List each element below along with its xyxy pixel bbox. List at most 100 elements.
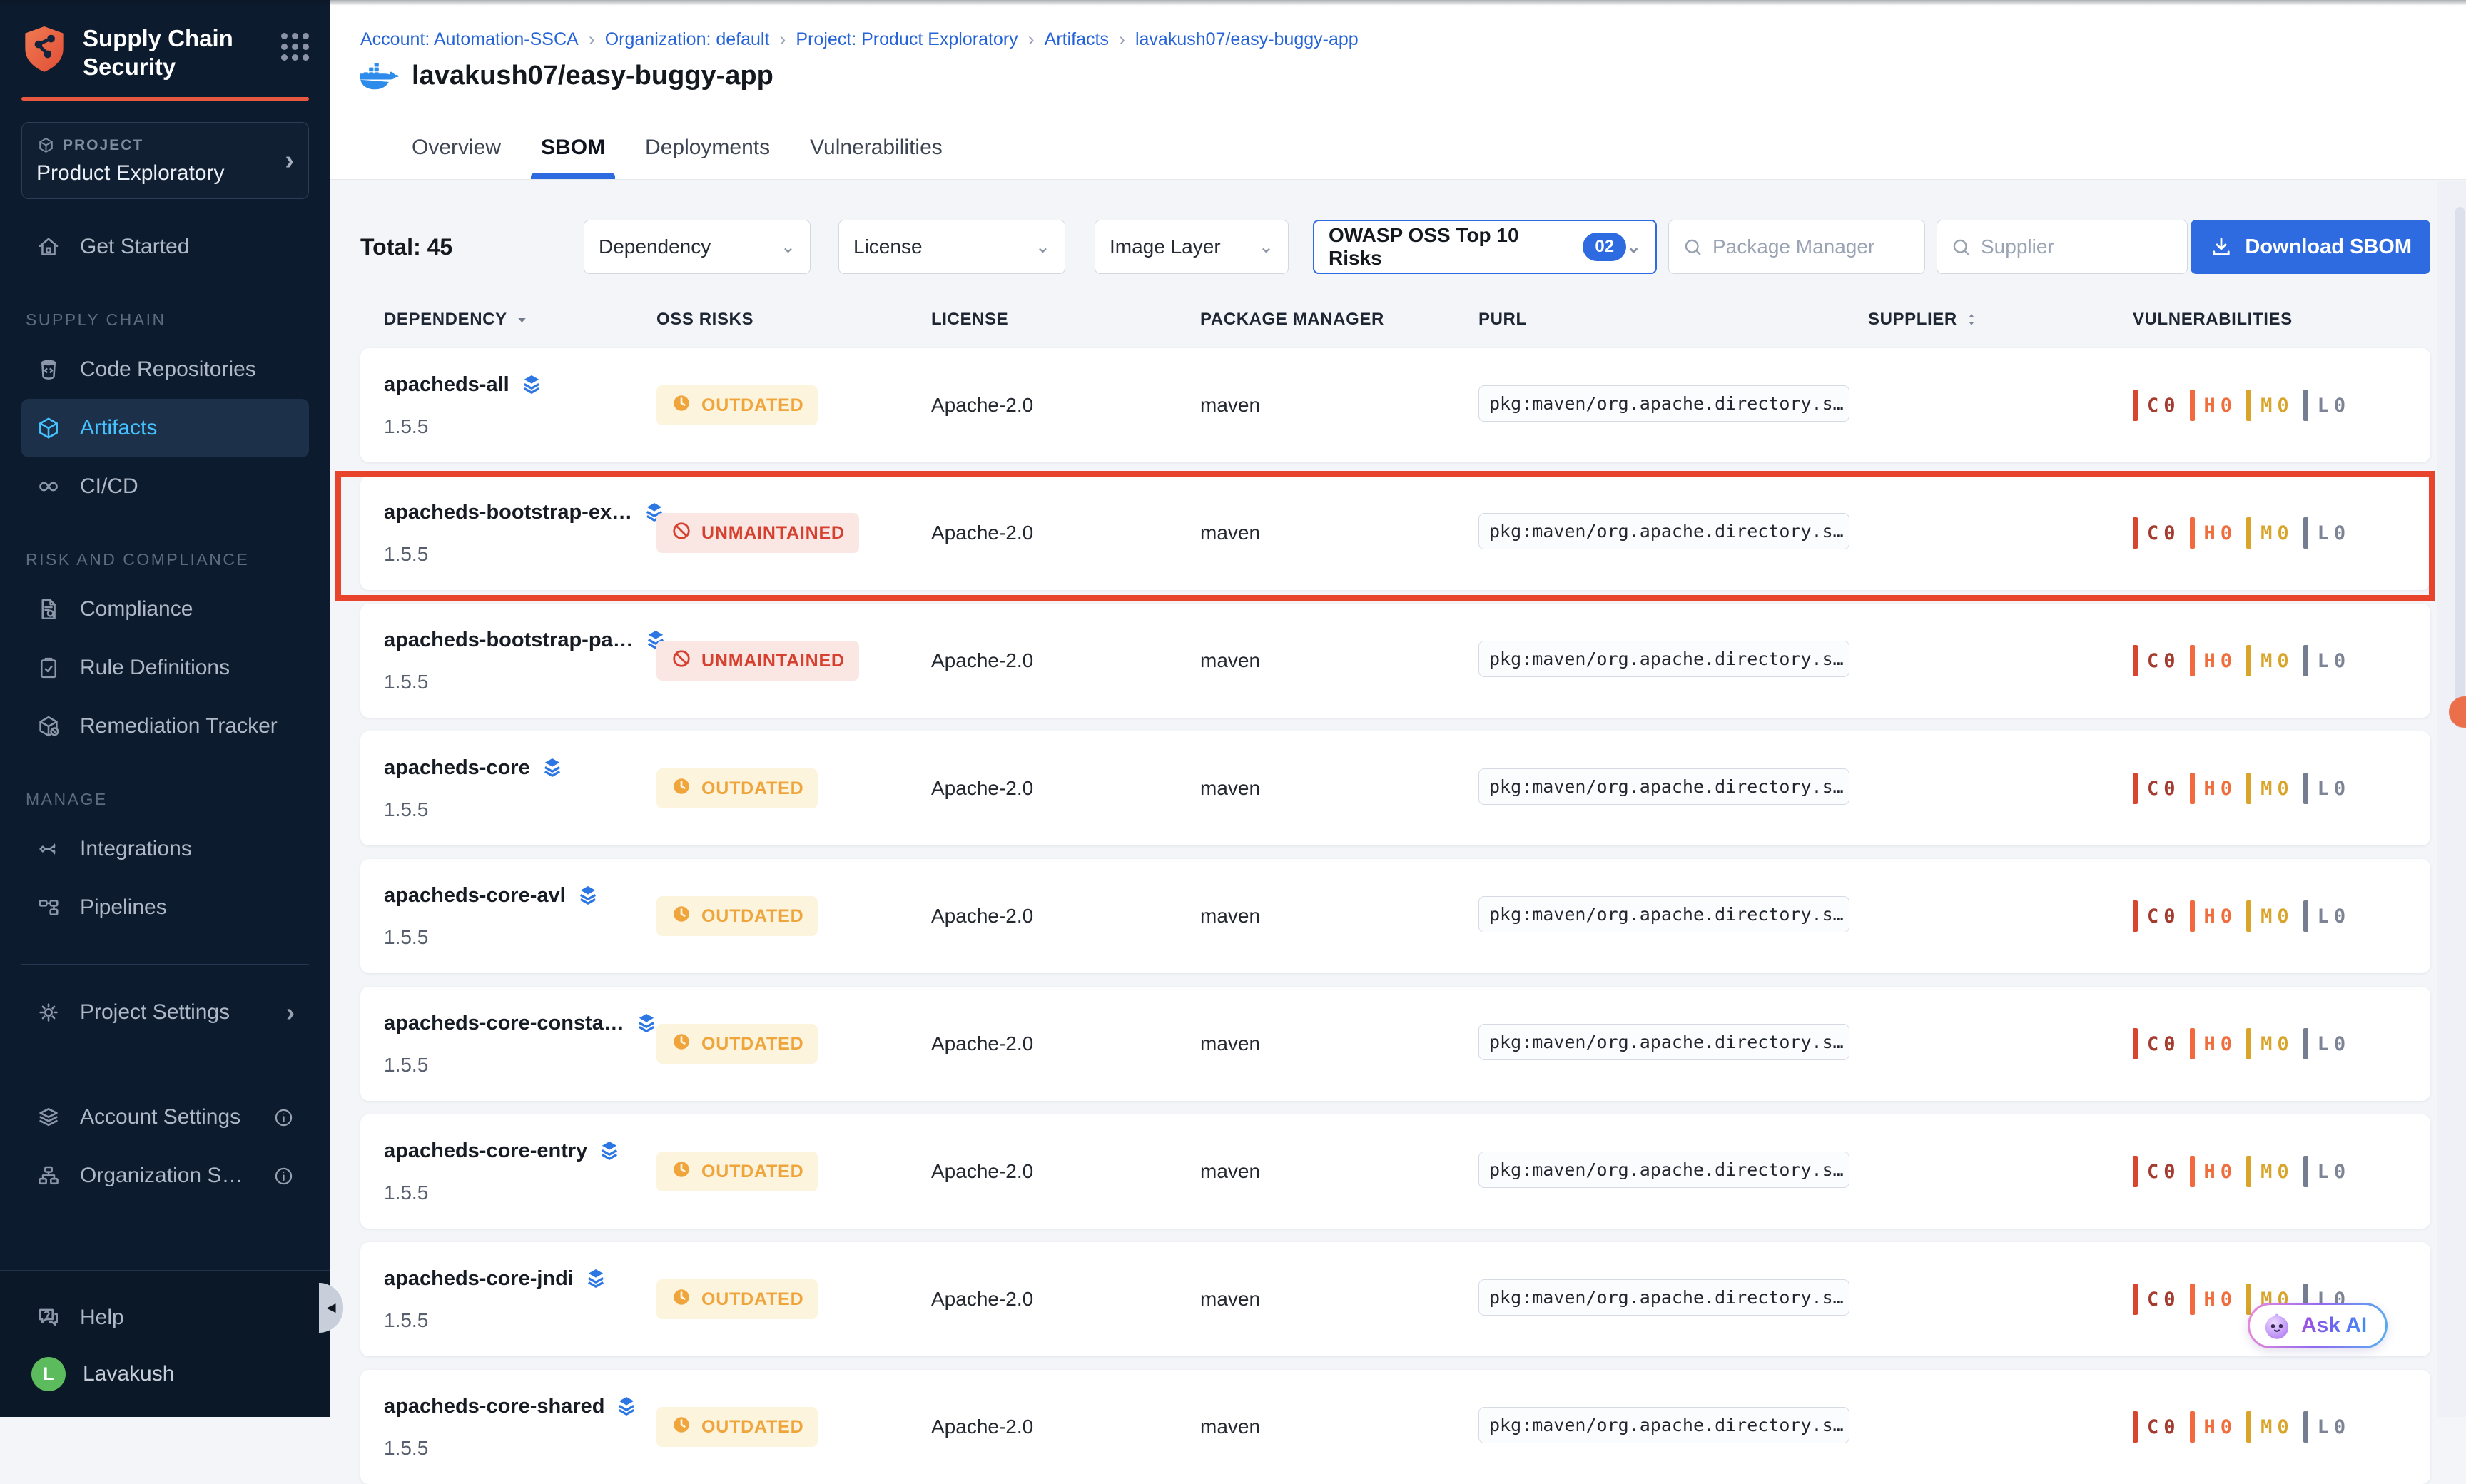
purl-chip[interactable]: pkg:maven/org.apache.directory.s… xyxy=(1478,1279,1850,1316)
dependency-name[interactable]: apacheds-core xyxy=(384,756,530,780)
table-row[interactable]: apacheds-bootstrap-ex… 1.5.5 UNMAINTAINE… xyxy=(360,476,2430,590)
dependency-name[interactable]: apacheds-core-entry xyxy=(384,1139,587,1163)
dependency-name[interactable]: apacheds-core-consta… xyxy=(384,1012,624,1035)
sidebar-item-label: Artifacts xyxy=(80,416,295,440)
supplier-search-input[interactable] xyxy=(1981,235,2174,258)
package-manager-value: maven xyxy=(1200,649,1478,672)
table-row[interactable]: apacheds-core-jndi 1.5.5 OUTDATED Apache… xyxy=(360,1242,2430,1356)
tab-bar: Overview SBOM Deployments Vulnerabilitie… xyxy=(330,116,943,179)
vuln-low: L0 xyxy=(2303,390,2346,421)
vuln-critical: C0 xyxy=(2133,390,2176,421)
sidebar-item-get-started[interactable]: Get Started xyxy=(21,218,309,276)
chevron-down-icon: ⌄ xyxy=(1259,236,1274,258)
purl-chip[interactable]: pkg:maven/org.apache.directory.s… xyxy=(1478,641,1850,677)
dependency-name[interactable]: apacheds-core-shared xyxy=(384,1395,604,1418)
license-filter-dropdown[interactable]: License⌄ xyxy=(838,220,1065,274)
breadcrumb-link-0[interactable]: Account: Automation-SSCA xyxy=(360,29,579,50)
breadcrumb-separator-icon: › xyxy=(589,29,595,51)
avatar: L xyxy=(31,1357,66,1391)
breadcrumb-link-2[interactable]: Project: Product Exploratory xyxy=(796,29,1018,50)
table-row[interactable]: apacheds-core-consta… 1.5.5 OUTDATED Apa… xyxy=(360,987,2430,1101)
purl-chip[interactable]: pkg:maven/org.apache.directory.s… xyxy=(1478,1152,1850,1188)
sidebar-item-organization-settings[interactable]: Organization Settings xyxy=(21,1147,309,1205)
purl-chip[interactable]: pkg:maven/org.apache.directory.s… xyxy=(1478,896,1850,932)
breadcrumb-link-3[interactable]: Artifacts xyxy=(1045,29,1109,50)
sbom-content: Total: 45 Dependency⌄ License⌄ Image Lay… xyxy=(330,180,2466,1417)
chevron-down-icon: ⌄ xyxy=(781,236,796,258)
image-layer-filter-dropdown[interactable]: Image Layer⌄ xyxy=(1095,220,1289,274)
compliance-doc-icon xyxy=(36,596,61,622)
user-menu[interactable]: L Lavakush xyxy=(21,1357,309,1391)
package-manager-value: maven xyxy=(1200,1160,1478,1183)
tab-sbom[interactable]: SBOM xyxy=(541,116,605,179)
column-dependency[interactable]: DEPENDENCY xyxy=(384,310,656,330)
package-manager-search-input[interactable] xyxy=(1712,235,1912,258)
dependency-filter-dropdown[interactable]: Dependency⌄ xyxy=(584,220,811,274)
dependency-name[interactable]: apacheds-core-avl xyxy=(384,884,566,908)
sidebar-item-account-settings[interactable]: Account Settings xyxy=(21,1088,309,1147)
vuln-medium: M0 xyxy=(2246,390,2289,421)
package-manager-search xyxy=(1668,220,1925,274)
ask-ai-button[interactable]: Ask AI xyxy=(2248,1303,2388,1348)
risk-status-icon xyxy=(671,392,692,419)
column-oss-risks: OSS RISKS xyxy=(656,310,931,330)
owasp-risks-filter-dropdown[interactable]: OWASP OSS Top 10 Risks 02 ⌄ xyxy=(1313,220,1657,274)
purl-chip[interactable]: pkg:maven/org.apache.directory.s… xyxy=(1478,513,1850,549)
tab-vulnerabilities[interactable]: Vulnerabilities xyxy=(810,116,943,179)
sidebar-item-help[interactable]: Help xyxy=(21,1289,309,1347)
layers-icon xyxy=(576,883,600,908)
table-row[interactable]: apacheds-core-shared 1.5.5 OUTDATED Apac… xyxy=(360,1370,2430,1484)
sidebar-item-remediation-tracker[interactable]: Remediation Tracker xyxy=(21,697,309,756)
purl-chip[interactable]: pkg:maven/org.apache.directory.s… xyxy=(1478,1024,1850,1060)
purl-chip[interactable]: pkg:maven/org.apache.directory.s… xyxy=(1478,385,1850,422)
dependency-version: 1.5.5 xyxy=(384,415,656,438)
column-supplier[interactable]: SUPPLIER xyxy=(1868,310,2133,330)
tab-overview[interactable]: Overview xyxy=(412,116,501,179)
chevron-down-icon: ⌄ xyxy=(1035,236,1050,258)
sidebar-item-artifacts[interactable]: Artifacts xyxy=(21,399,309,457)
breadcrumb-separator-icon: › xyxy=(779,29,786,51)
risk-status-icon xyxy=(671,1031,692,1057)
table-row[interactable]: apacheds-all 1.5.5 OUTDATED Apache-2.0 m… xyxy=(360,348,2430,462)
project-selector[interactable]: PROJECT Product Exploratory › xyxy=(21,122,309,199)
vuln-low: L0 xyxy=(2303,1411,2346,1443)
sidebar-item-rule-definitions[interactable]: Rule Definitions xyxy=(21,639,309,697)
artifacts-cube-icon xyxy=(36,415,61,441)
dependency-name[interactable]: apacheds-core-jndi xyxy=(384,1267,574,1291)
vuln-low: L0 xyxy=(2303,900,2346,932)
sidebar-section-supply-chain: SUPPLY CHAIN xyxy=(21,276,309,340)
vuln-high: H0 xyxy=(2190,1156,2233,1187)
sidebar-item-code-repositories[interactable]: Code Repositories xyxy=(21,340,309,399)
sidebar-item-pipelines[interactable]: Pipelines xyxy=(21,878,309,937)
sidebar-item-integrations[interactable]: Integrations xyxy=(21,820,309,878)
purl-chip[interactable]: pkg:maven/org.apache.directory.s… xyxy=(1478,768,1850,805)
tab-deployments[interactable]: Deployments xyxy=(645,116,770,179)
project-label-row: PROJECT xyxy=(36,136,285,155)
breadcrumb-link-4[interactable]: lavakush07/easy-buggy-app xyxy=(1135,29,1359,50)
sidebar-item-compliance[interactable]: Compliance xyxy=(21,580,309,639)
license-value: Apache-2.0 xyxy=(931,1416,1200,1438)
table-row[interactable]: apacheds-core-avl 1.5.5 OUTDATED Apache-… xyxy=(360,859,2430,973)
sidebar-item-label: Remediation Tracker xyxy=(80,714,295,738)
sidebar-item-ci-cd[interactable]: CI/CD xyxy=(21,457,309,516)
table-row[interactable]: apacheds-bootstrap-pa… 1.5.5 UNMAINTAINE… xyxy=(360,604,2430,718)
sidebar-item-label: Compliance xyxy=(80,597,295,621)
table-row[interactable]: apacheds-core-entry 1.5.5 OUTDATED Apach… xyxy=(360,1114,2430,1229)
dependency-name[interactable]: apacheds-all xyxy=(384,373,509,397)
download-sbom-button[interactable]: Download SBOM xyxy=(2191,220,2430,274)
gear-icon xyxy=(36,1000,61,1025)
purl-chip[interactable]: pkg:maven/org.apache.directory.s… xyxy=(1478,1407,1850,1443)
table-row[interactable]: apacheds-core 1.5.5 OUTDATED Apache-2.0 … xyxy=(360,731,2430,845)
vuln-medium: M0 xyxy=(2246,1156,2289,1187)
dependency-name[interactable]: apacheds-bootstrap-pa… xyxy=(384,629,634,652)
oss-risk-badge: OUTDATED xyxy=(656,1407,818,1447)
sidebar-item-project-settings[interactable]: Project Settings› xyxy=(21,983,309,1042)
chevron-right-icon: › xyxy=(285,150,294,171)
layers-icon xyxy=(519,372,544,397)
vuln-low: L0 xyxy=(2303,645,2346,676)
dependency-name[interactable]: apacheds-bootstrap-ex… xyxy=(384,501,632,524)
app-switcher-grid-icon[interactable] xyxy=(281,33,309,61)
vulnerability-counts: C0 H0 M0 L0 xyxy=(2133,900,2430,932)
breadcrumb-link-1[interactable]: Organization: default xyxy=(605,29,770,50)
scrollbar-thumb[interactable] xyxy=(2455,207,2465,728)
